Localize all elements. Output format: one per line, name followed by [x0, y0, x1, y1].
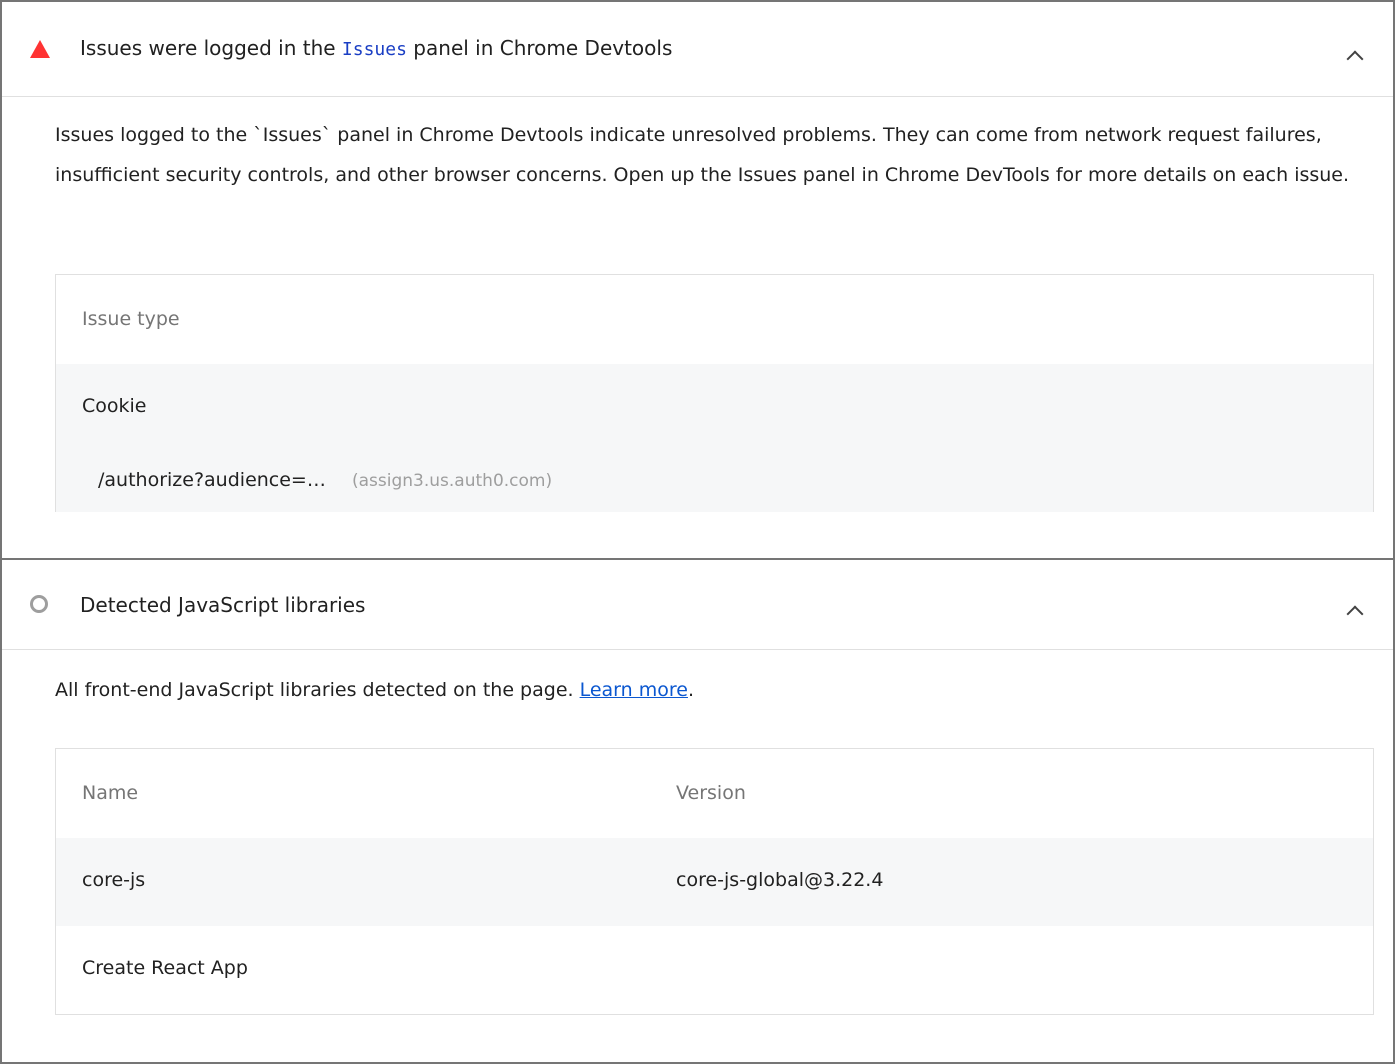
- library-name: Create React App: [82, 957, 248, 979]
- issues-title-pre: Issues were logged in the: [80, 36, 342, 60]
- warning-triangle-icon: [30, 40, 50, 58]
- issues-title-code: Issues: [341, 39, 407, 60]
- circle-icon: [30, 595, 48, 613]
- libraries-desc-end: .: [687, 679, 694, 701]
- name-header: Name: [82, 782, 139, 804]
- library-version: core-js-global@3.22.4: [676, 869, 884, 891]
- issues-audit: Issues were logged in the Issues panel i…: [0, 0, 1395, 560]
- libraries-audit: Detected JavaScript libraries All front-…: [0, 558, 1395, 1064]
- issues-table: Issue type Cookie /authorize?audience=… …: [55, 274, 1374, 512]
- issues-audit-header[interactable]: Issues were logged in the Issues panel i…: [2, 2, 1393, 97]
- issue-host: (assign3.us.auth0.com): [352, 471, 553, 491]
- issues-audit-title: Issues were logged in the Issues panel i…: [80, 36, 672, 60]
- issue-type-header: Issue type: [82, 308, 180, 330]
- library-name: core-js: [82, 869, 146, 891]
- libraries-audit-title: Detected JavaScript libraries: [80, 593, 366, 617]
- libraries-audit-header[interactable]: Detected JavaScript libraries: [2, 560, 1393, 650]
- libraries-description: All front-end JavaScript libraries detec…: [55, 670, 1363, 710]
- version-header: Version: [676, 782, 746, 804]
- learn-more-link[interactable]: Learn more: [580, 679, 688, 701]
- table-row: Create React App: [56, 926, 1373, 1014]
- issue-type-cell: Cookie: [82, 395, 147, 417]
- table-row: Cookie: [56, 364, 1373, 452]
- table-row: core-js core-js-global@3.22.4: [56, 838, 1373, 926]
- libraries-table-header: Name Version: [56, 749, 1373, 838]
- chevron-up-icon[interactable]: [1346, 605, 1364, 623]
- libraries-table: Name Version core-js core-js-global@3.22…: [55, 748, 1374, 1015]
- issues-table-header: Issue type: [56, 275, 1373, 364]
- issues-description: Issues logged to the `Issues` panel in C…: [55, 124, 1350, 186]
- libraries-desc-text: All front-end JavaScript libraries detec…: [55, 679, 580, 701]
- issues-title-post: panel in Chrome Devtools: [406, 36, 673, 60]
- chevron-up-icon[interactable]: [1346, 50, 1364, 68]
- issue-url[interactable]: /authorize?audience=…: [98, 469, 326, 491]
- table-subrow: /authorize?audience=… (assign3.us.auth0.…: [56, 452, 1373, 512]
